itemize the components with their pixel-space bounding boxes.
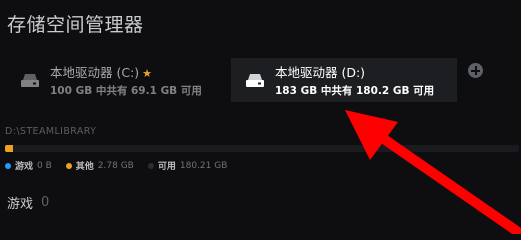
legend-dot-games — [5, 162, 11, 169]
drive-icon — [20, 72, 40, 88]
drive-name-d: 本地驱动器 (D:) — [275, 65, 366, 80]
drive-size-c: 100 GB 中共有 69.1 GB 可用 — [50, 85, 202, 97]
usage-legend: 游戏 0 B 其他 2.78 GB 可用 180.21 GB — [5, 159, 227, 172]
drive-text-c: 本地驱动器 (C:) ★ 100 GB 中共有 69.1 GB 可用 — [50, 62, 202, 98]
page-title: 存储空间管理器 — [7, 14, 144, 36]
drive-icon — [245, 72, 265, 88]
storage-manager-page: 存储空间管理器 本地驱动器 (C:) ★ 100 GB 中共有 69.1 GB 可… — [0, 0, 521, 234]
legend-item-other: 其他 2.78 GB — [65, 159, 134, 172]
games-count: 0 — [41, 195, 50, 210]
favorite-star-icon: ★ — [142, 67, 153, 80]
drive-size-d: 183 GB 中共有 180.2 GB 可用 — [275, 85, 435, 97]
legend-dot-other — [65, 162, 72, 169]
usage-bar-other-fill — [5, 145, 13, 152]
games-label: 游戏 — [7, 197, 34, 212]
usage-bar — [5, 145, 519, 152]
games-section-header[interactable]: 游戏 0 — [7, 193, 49, 212]
drive-text-d: 本地驱动器 (D:) 183 GB 中共有 180.2 GB 可用 — [275, 62, 434, 98]
library-path: D:\STEAMLIBRARY — [5, 126, 97, 137]
add-drive-button[interactable] — [468, 63, 483, 78]
drive-name-c: 本地驱动器 (C:) ★ — [50, 65, 153, 80]
legend-item-games: 游戏 0 B — [5, 159, 52, 172]
legend-dot-free — [147, 162, 154, 169]
drive-tab-c[interactable]: 本地驱动器 (C:) ★ 100 GB 中共有 69.1 GB 可用 — [12, 58, 217, 102]
drive-tab-d[interactable]: 本地驱动器 (D:) 183 GB 中共有 180.2 GB 可用 — [231, 58, 457, 102]
legend-item-free: 可用 180.21 GB — [147, 159, 227, 172]
